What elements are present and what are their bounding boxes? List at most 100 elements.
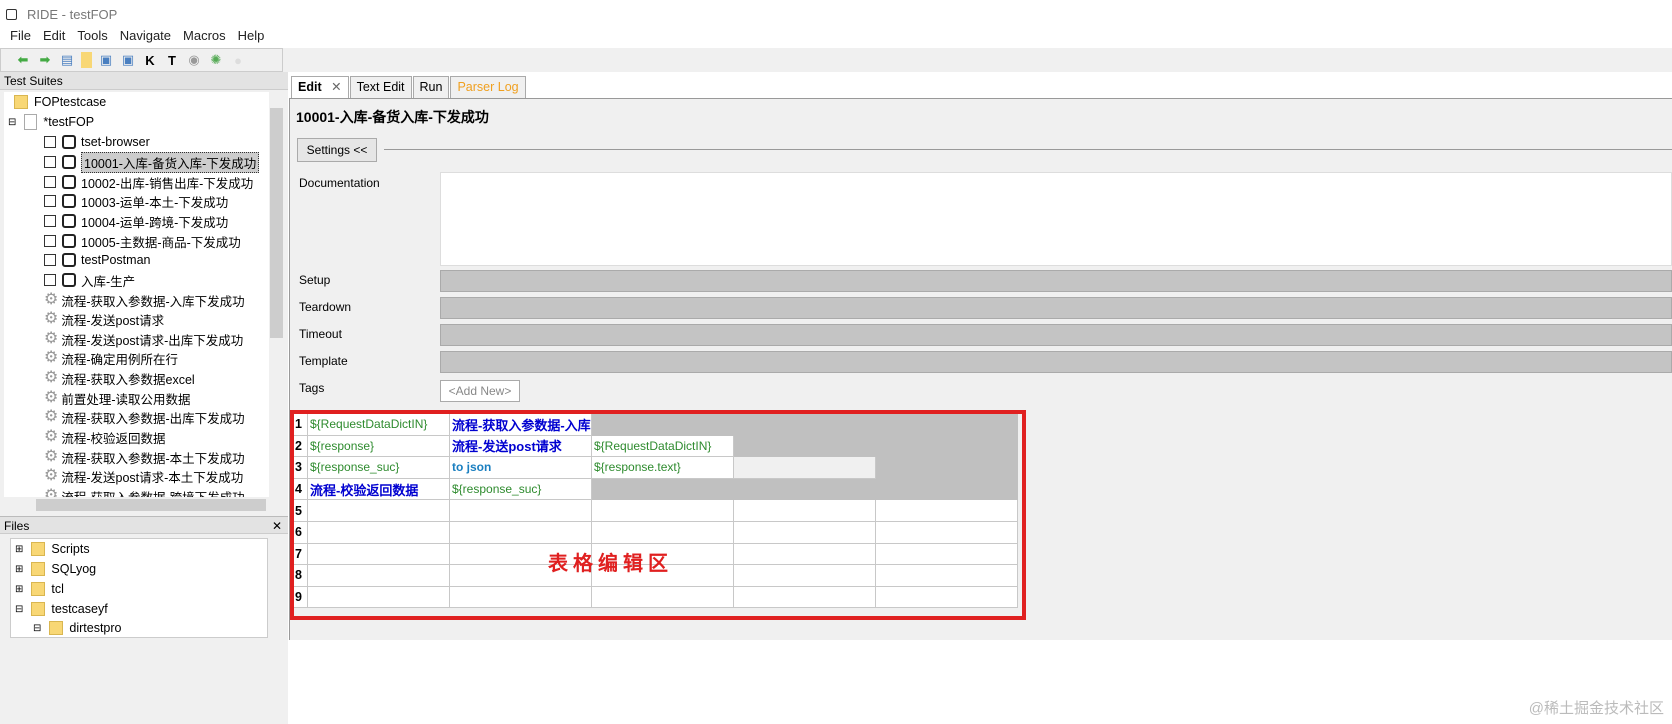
menu-navigate[interactable]: Navigate [114,28,177,46]
menu-help[interactable]: Help [232,28,271,46]
keyword-label: 流程-获取入参数据excel [61,372,195,387]
save-icon[interactable]: ▣ [98,52,114,68]
files-header: Files ✕ [0,516,288,534]
stop-icon[interactable]: ● [230,52,246,68]
close-icon[interactable]: ✕ [272,517,282,533]
window-title: RIDE - testFOP [27,6,118,22]
tab-text-edit[interactable]: Text Edit [349,76,412,98]
tree-vertical-scrollbar[interactable] [269,92,284,498]
tab-parser-log[interactable]: Parser Log [450,76,526,98]
editor-tabs: Edit ✕ Text Edit Run Parser Log [291,76,527,98]
setup-field[interactable] [440,270,1672,292]
watermark: @稀土掘金技术社区 [1528,700,1664,717]
back-arrow-icon[interactable]: ⬅ [15,52,31,68]
search-test-icon[interactable]: T [164,52,180,68]
tree-test[interactable]: tset-browser [44,132,150,152]
checkbox[interactable] [44,215,56,227]
timeout-field[interactable] [440,324,1672,346]
tree-test[interactable]: 10005-主数据-商品-下发成功 [44,231,241,251]
search-keyword-icon[interactable]: K [142,52,158,68]
tree-keyword[interactable]: ⚙ 流程-获取入参数据-入库下发成功 [44,290,245,310]
gear-icon: ⚙ [44,330,59,347]
tree-keyword[interactable]: ⚙ 流程-获取入参数据excel [44,368,195,388]
expand-icon[interactable]: ⊞ [15,564,23,575]
robot-test-icon [62,214,76,228]
setup-label: Setup [299,273,331,287]
teardown-field[interactable] [440,297,1672,319]
tree-keyword[interactable]: ⚙ 流程-获取入参数据-出库下发成功 [44,407,245,427]
title-bar: RIDE - testFOP [0,0,1672,28]
expand-icon[interactable]: ⊞ [15,584,23,595]
file-label: dirtestpro [69,621,122,635]
test-suites-tree[interactable]: FOPtestcase ⊟ *testFOP tset-browser 10001… [4,92,269,498]
file-label: Scripts [51,542,90,556]
scroll-thumb[interactable] [36,499,266,511]
tree-test[interactable]: 入库-生产 [44,270,135,290]
checkbox[interactable] [44,156,56,168]
tree-keyword[interactable]: ⚙ 流程-发送post请求-本土下发成功 [44,466,243,486]
settings-toggle-button[interactable]: Settings << [297,138,377,162]
menu-file[interactable]: File [4,28,37,46]
tree-test[interactable]: testPostman [44,250,150,270]
scroll-thumb[interactable] [270,108,283,338]
gear-icon: ⚙ [44,428,59,445]
checkbox[interactable] [44,195,56,207]
file-item[interactable]: ⊞ tcl [15,579,64,599]
file-item[interactable]: ⊞ SQLyog [15,559,96,579]
tab-edit[interactable]: Edit ✕ [291,76,349,98]
documentation-field[interactable] [440,172,1672,266]
expand-icon[interactable]: ⊞ [15,544,23,555]
gear-icon: ⚙ [44,310,59,327]
run-icon[interactable]: ◉ [186,52,202,68]
tree-keyword[interactable]: ⚙ 前置处理-读取公用数据 [44,388,191,408]
menu-tools[interactable]: Tools [71,28,113,46]
file-label: SQLyog [51,562,97,576]
template-field[interactable] [440,351,1672,373]
checkbox[interactable] [44,235,56,247]
collapse-icon[interactable]: ⊟ [15,604,23,615]
file-item[interactable]: ⊟ testcaseyf [15,599,108,619]
files-tree[interactable]: ⊞ Scripts ⊞ SQLyog ⊞ tcl ⊟ testcaseyf ⊟ dirte… [10,538,268,638]
tree-root[interactable]: FOPtestcase [14,92,106,112]
checkbox[interactable] [44,254,56,266]
debug-bug-icon[interactable]: ✺ [208,52,224,68]
keyword-label: 流程-获取入参数据-本土下发成功 [61,451,245,466]
forward-arrow-icon[interactable]: ➡ [37,52,53,68]
teardown-label: Teardown [299,300,352,314]
tree-keyword[interactable]: ⚙ 流程-校验返回数据 [44,427,166,447]
tree-horizontal-scrollbar[interactable] [4,497,284,513]
tree-test[interactable]: 10001-入库-备货入库-下发成功 [44,151,260,173]
tab-run[interactable]: Run [412,76,450,98]
keyword-label: 流程-获取入参数据-出库下发成功 [61,411,245,426]
divider [384,149,1672,150]
file-item[interactable]: ⊟ dirtestpro [33,618,122,637]
checkbox[interactable] [44,136,56,148]
gear-icon: ⚙ [44,369,59,386]
keyword-label: 流程-获取入参数据-入库下发成功 [61,294,245,309]
menu-macros[interactable]: Macros [177,28,232,46]
tree-keyword[interactable]: ⚙ 流程-确定用例所在行 [44,348,178,368]
tree-keyword[interactable]: ⚙ 流程-发送post请求-出库下发成功 [44,329,243,349]
gear-icon: ⚙ [44,349,59,366]
tree-test[interactable]: 10004-运单-跨境-下发成功 [44,211,228,231]
file-item[interactable]: ⊞ Scripts [15,539,90,559]
close-tab-icon[interactable]: ✕ [331,80,341,94]
menu-edit[interactable]: Edit [37,28,71,46]
tree-keyword[interactable]: ⚙ 流程-获取入参数据-本土下发成功 [44,447,245,467]
file-label: testcaseyf [51,602,108,616]
folder-icon[interactable] [81,52,92,68]
tree-suite[interactable]: ⊟ *testFOP [8,112,94,132]
collapse-icon[interactable]: ⊟ [33,623,41,634]
tree-test[interactable]: 10003-运单-本土-下发成功 [44,191,228,211]
tree-keyword[interactable]: ⚙ 流程-发送post请求 [44,309,164,329]
robot-test-icon [62,175,76,189]
test-label: 10002-出库-销售出库-下发成功 [81,176,254,191]
checkbox[interactable] [44,274,56,286]
highlight-box [290,410,1026,620]
save-all-icon[interactable]: ▣ [120,52,136,68]
collapse-icon[interactable]: ⊟ [8,117,16,128]
checkbox[interactable] [44,176,56,188]
add-tag-button[interactable]: <Add New> [440,380,520,402]
open-folder-icon[interactable]: ▤ [59,52,75,68]
tree-test[interactable]: 10002-出库-销售出库-下发成功 [44,172,253,192]
